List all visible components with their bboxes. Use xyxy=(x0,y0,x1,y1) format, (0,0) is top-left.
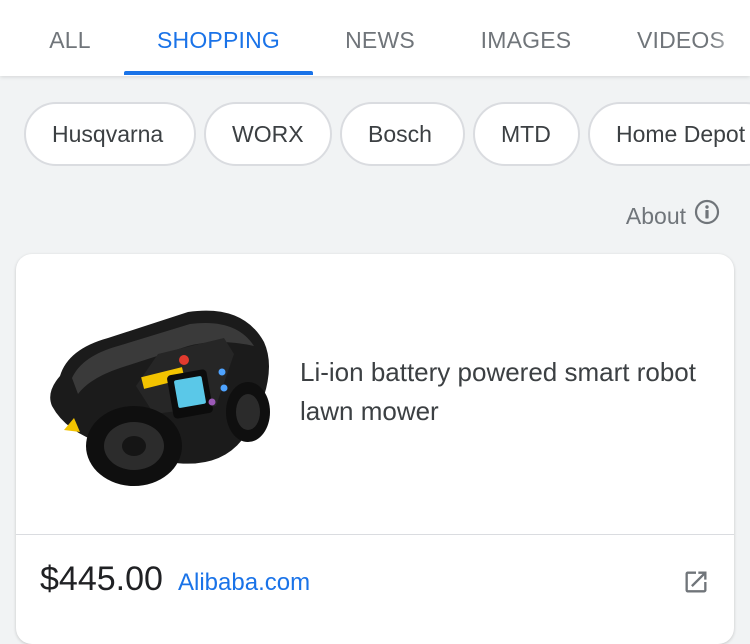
tab-shopping[interactable]: SHOPPING xyxy=(124,0,313,76)
tabs-scroll-fade xyxy=(710,0,750,76)
filter-chip-worx[interactable]: WORX xyxy=(204,102,332,166)
filter-chip-bosch[interactable]: Bosch xyxy=(340,102,465,166)
info-icon xyxy=(686,199,720,234)
tab-news[interactable]: NEWS xyxy=(344,0,416,76)
search-tabs-bar: ALL SHOPPING NEWS IMAGES VIDEOS xyxy=(0,0,750,76)
filter-chip-husqvarna[interactable]: Husqvarna xyxy=(24,102,196,166)
active-tab-indicator xyxy=(124,71,313,75)
product-card[interactable]: Li-ion battery powered smart robot lawn … xyxy=(16,254,734,644)
filter-chip-mtd[interactable]: MTD xyxy=(473,102,580,166)
product-title[interactable]: Li-ion battery powered smart robot lawn … xyxy=(300,353,700,431)
filter-chip-home-depot[interactable]: Home Depot xyxy=(588,102,750,166)
tab-images[interactable]: IMAGES xyxy=(479,0,573,76)
card-divider xyxy=(16,534,734,535)
open-in-new-icon[interactable] xyxy=(682,568,710,601)
about-link[interactable]: About xyxy=(626,199,720,233)
tab-all[interactable]: ALL xyxy=(48,0,92,76)
filter-chips: Husqvarna WORX Bosch MTD Home Depot xyxy=(0,102,750,170)
about-label: About xyxy=(625,203,686,229)
robot-lawn-mower-image[interactable] xyxy=(38,294,274,499)
product-price: $445.00 xyxy=(40,560,163,598)
merchant-link[interactable]: Alibaba.com xyxy=(178,567,310,599)
